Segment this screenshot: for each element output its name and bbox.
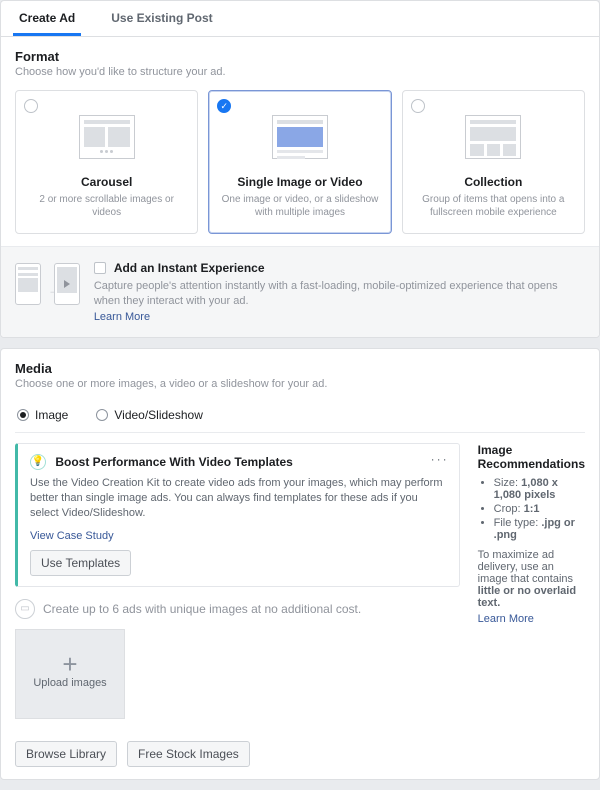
format-cards: Carousel 2 or more scrollable images or … xyxy=(15,90,585,234)
recs-size: Size: 1,080 x 1,080 pixels xyxy=(494,477,585,501)
format-title: Format xyxy=(15,49,585,64)
image-recommendations: Image Recommendations Size: 1,080 x 1,08… xyxy=(478,443,585,767)
video-tip-card: ··· 💡 Boost Performance With Video Templ… xyxy=(15,443,460,587)
images-count-icon: ▭ xyxy=(15,599,35,619)
tip-desc: Use the Video Creation Kit to create vid… xyxy=(30,476,447,522)
tip-title: Boost Performance With Video Templates xyxy=(55,455,293,469)
lightbulb-icon: 💡 xyxy=(30,454,46,470)
use-templates-button[interactable]: Use Templates xyxy=(30,550,131,576)
instant-checkbox[interactable] xyxy=(94,262,106,274)
instant-thumb-icon: → xyxy=(15,261,80,307)
format-subtitle: Choose how you'd like to structure your … xyxy=(15,66,585,78)
radio-unchecked-icon xyxy=(24,99,38,113)
create-note: ▭ Create up to 6 ads with unique images … xyxy=(15,599,460,619)
upload-images-tile[interactable]: + Upload images xyxy=(15,629,125,719)
tab-use-existing[interactable]: Use Existing Post xyxy=(105,1,218,36)
format-panel: Create Ad Use Existing Post Format Choos… xyxy=(0,0,600,338)
recs-crop: Crop: 1:1 xyxy=(494,503,585,515)
create-note-text: Create up to 6 ads with unique images at… xyxy=(43,602,361,616)
format-section: Format Choose how you'd like to structur… xyxy=(1,37,599,246)
radio-unselected-icon xyxy=(96,409,108,421)
media-panel: Media Choose one or more images, a video… xyxy=(0,348,600,780)
carousel-mock-icon xyxy=(79,115,135,159)
radio-image[interactable]: Image xyxy=(17,408,68,422)
recs-note: To maximize ad delivery, use an image th… xyxy=(478,549,585,609)
media-left-col: ··· 💡 Boost Performance With Video Templ… xyxy=(15,443,460,767)
recs-type: File type: .jpg or .png xyxy=(494,517,585,541)
card-desc: 2 or more scrollable images or videos xyxy=(26,193,187,219)
format-card-collection[interactable]: Collection Group of items that opens int… xyxy=(402,90,585,234)
card-title: Single Image or Video xyxy=(219,175,380,189)
free-stock-images-button[interactable]: Free Stock Images xyxy=(127,741,250,767)
instant-body: Add an Instant Experience Capture people… xyxy=(94,261,585,323)
card-desc: One image or video, or a slideshow with … xyxy=(219,193,380,219)
card-title: Carousel xyxy=(26,175,187,189)
tab-create-ad[interactable]: Create Ad xyxy=(13,1,81,36)
single-mock-icon xyxy=(272,115,328,159)
radio-checked-icon: ✓ xyxy=(217,99,231,113)
instant-experience-strip: → Add an Instant Experience Capture peop… xyxy=(1,246,599,337)
instant-desc: Capture people's attention instantly wit… xyxy=(94,279,585,309)
more-icon[interactable]: ··· xyxy=(431,452,449,466)
media-type-radios: Image Video/Slideshow xyxy=(15,400,585,433)
upload-label: Upload images xyxy=(33,677,106,689)
radio-label: Video/Slideshow xyxy=(114,408,203,422)
recs-title: Image Recommendations xyxy=(478,443,585,471)
radio-video[interactable]: Video/Slideshow xyxy=(96,408,203,422)
radio-selected-icon xyxy=(17,409,29,421)
format-card-carousel[interactable]: Carousel 2 or more scrollable images or … xyxy=(15,90,198,234)
browse-library-button[interactable]: Browse Library xyxy=(15,741,117,767)
collection-mock-icon xyxy=(465,115,521,159)
media-title: Media xyxy=(15,361,585,376)
card-desc: Group of items that opens into a fullscr… xyxy=(413,193,574,219)
format-card-single[interactable]: ✓ Single Image or Video One image or vid… xyxy=(208,90,391,234)
ad-tabs: Create Ad Use Existing Post xyxy=(1,1,599,37)
card-title: Collection xyxy=(413,175,574,189)
radio-unchecked-icon xyxy=(411,99,425,113)
plus-icon: + xyxy=(62,658,77,671)
radio-label: Image xyxy=(35,408,68,422)
instant-title: Add an Instant Experience xyxy=(114,261,265,275)
recs-learn-more-link[interactable]: Learn More xyxy=(478,613,534,625)
media-subtitle: Choose one or more images, a video or a … xyxy=(15,378,585,390)
view-case-study-link[interactable]: View Case Study xyxy=(30,530,114,542)
instant-learn-more-link[interactable]: Learn More xyxy=(94,311,150,323)
